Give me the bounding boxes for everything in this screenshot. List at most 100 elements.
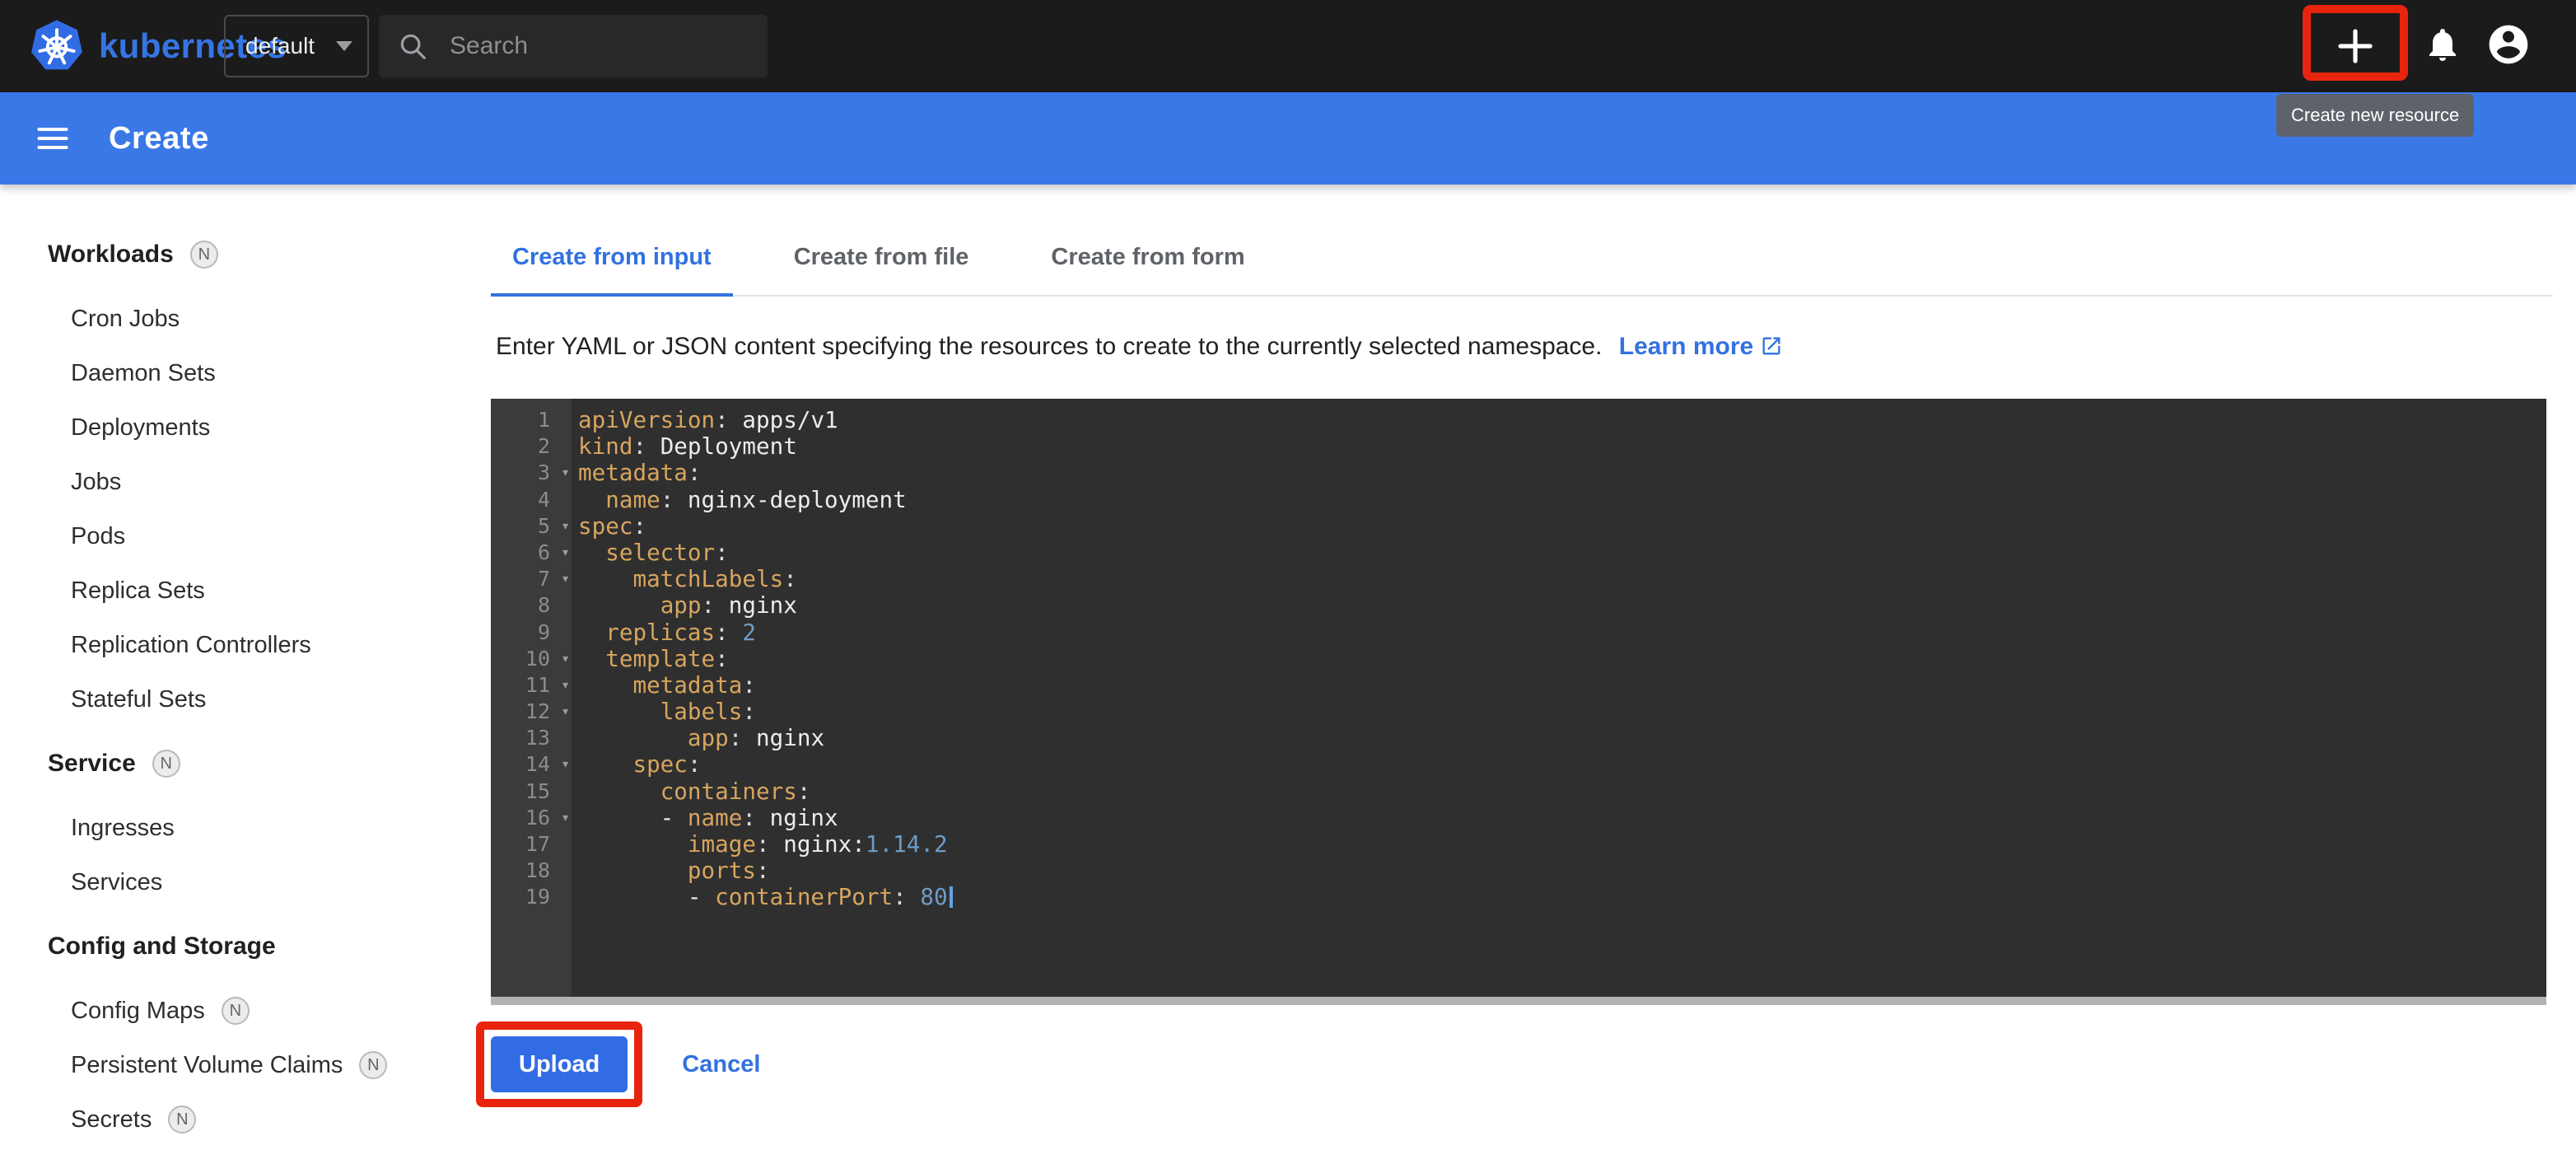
fold-arrow-icon[interactable]: ▾: [561, 460, 570, 486]
line-number: 4: [491, 487, 572, 513]
editor-line[interactable]: 7▾ matchLabels:: [491, 566, 2546, 592]
editor-line[interactable]: 4 name: nginx-deployment: [491, 487, 2546, 513]
chevron-down-icon: [336, 41, 352, 51]
item-label: Replica Sets: [71, 577, 205, 605]
sidebar-item-config-maps[interactable]: Config Maps N: [48, 984, 458, 1038]
line-number: 16▾: [491, 805, 572, 831]
sidebar-section-config-and-storage[interactable]: Config and Storage: [48, 919, 458, 974]
line-number: 2: [491, 433, 572, 460]
sidebar-item-replication-controllers[interactable]: Replication Controllers: [48, 618, 458, 672]
line-number: 5▾: [491, 513, 572, 540]
search-bar[interactable]: [379, 15, 768, 77]
editor-line[interactable]: 15 containers:: [491, 778, 2546, 805]
item-label: Config Maps: [71, 998, 205, 1025]
yaml-editor[interactable]: 1apiVersion: apps/v12kind: Deployment3▾m…: [491, 399, 2546, 1005]
fold-arrow-icon[interactable]: ▾: [561, 699, 570, 725]
main-content: Create from input Create from file Creat…: [458, 185, 2576, 1150]
fold-arrow-icon[interactable]: ▾: [561, 566, 570, 592]
namespaced-badge: N: [168, 1106, 196, 1134]
editor-line[interactable]: 1apiVersion: apps/v1: [491, 407, 2546, 433]
app-bar: Create: [0, 92, 2576, 185]
editor-line[interactable]: 14▾ spec:: [491, 751, 2546, 778]
item-label: Cron Jobs: [71, 306, 180, 333]
editor-line[interactable]: 5▾spec:: [491, 513, 2546, 540]
fold-arrow-icon[interactable]: ▾: [561, 751, 570, 778]
tab-create-from-form[interactable]: Create from form: [1029, 219, 1266, 295]
line-number: 18: [491, 858, 572, 884]
section-label: Service: [48, 750, 136, 778]
line-number: 9: [491, 619, 572, 646]
menu-icon[interactable]: [35, 120, 71, 157]
fold-arrow-icon[interactable]: ▾: [561, 513, 570, 540]
text-cursor: [950, 886, 953, 908]
fold-arrow-icon[interactable]: ▾: [561, 540, 570, 566]
sidebar-item-ingresses[interactable]: Ingresses: [48, 801, 458, 855]
external-link-icon: [1760, 334, 1783, 358]
upload-button[interactable]: Upload: [491, 1036, 628, 1092]
item-label: Daemon Sets: [71, 360, 216, 387]
annotation-box-upload-button: Upload: [476, 1021, 642, 1107]
editor-line[interactable]: 6▾ selector:: [491, 540, 2546, 566]
sidebar-item-deployments[interactable]: Deployments: [48, 400, 458, 455]
editor-line[interactable]: 3▾metadata:: [491, 460, 2546, 486]
fold-arrow-icon[interactable]: ▾: [561, 646, 570, 672]
line-number: 17: [491, 831, 572, 858]
editor-line[interactable]: 12▾ labels:: [491, 699, 2546, 725]
tab-create-from-input[interactable]: Create from input: [491, 219, 733, 295]
editor-line[interactable]: 9 replicas: 2: [491, 619, 2546, 646]
sidebar-item-jobs[interactable]: Jobs: [48, 455, 458, 509]
editor-line[interactable]: 10▾ template:: [491, 646, 2546, 672]
fold-arrow-icon[interactable]: ▾: [561, 672, 570, 699]
line-number: 15: [491, 778, 572, 805]
item-label: Pods: [71, 523, 125, 550]
page-title: Create: [109, 121, 209, 157]
line-number: 6▾: [491, 540, 572, 566]
fold-arrow-icon[interactable]: ▾: [561, 805, 570, 831]
yaml-editor-lines: 1apiVersion: apps/v12kind: Deployment3▾m…: [491, 399, 2546, 911]
sidebar: Workloads N Cron Jobs Daemon Sets Deploy…: [0, 185, 458, 1150]
item-label: Ingresses: [71, 815, 175, 842]
namespace-value: default: [245, 33, 315, 59]
action-bar: Upload Cancel: [491, 1021, 2553, 1107]
editor-line[interactable]: 16▾ - name: nginx: [491, 805, 2546, 831]
editor-line[interactable]: 13 app: nginx: [491, 725, 2546, 751]
notifications-bell-icon[interactable]: [2423, 25, 2462, 64]
sidebar-item-cron-jobs[interactable]: Cron Jobs: [48, 292, 458, 346]
create-new-resource-button[interactable]: [2319, 16, 2392, 76]
sidebar-section-service[interactable]: Service N: [48, 736, 458, 791]
line-number: 12▾: [491, 699, 572, 725]
editor-line[interactable]: 2kind: Deployment: [491, 433, 2546, 460]
editor-line[interactable]: 18 ports:: [491, 858, 2546, 884]
sidebar-item-pods[interactable]: Pods: [48, 509, 458, 563]
tab-create-from-file[interactable]: Create from file: [772, 219, 991, 295]
tooltip: Create new resource: [2276, 94, 2474, 137]
editor-line[interactable]: 17 image: nginx:1.14.2: [491, 831, 2546, 858]
item-label: Secrets: [71, 1106, 152, 1134]
tab-bar: Create from input Create from file Creat…: [491, 219, 2553, 297]
editor-line[interactable]: 11▾ metadata:: [491, 672, 2546, 699]
sidebar-item-stateful-sets[interactable]: Stateful Sets: [48, 672, 458, 727]
line-number: 11▾: [491, 672, 572, 699]
sidebar-section-workloads[interactable]: Workloads N: [48, 227, 458, 282]
section-label: Workloads: [48, 241, 174, 269]
item-label: Persistent Volume Claims: [71, 1052, 343, 1079]
search-input[interactable]: [446, 30, 749, 62]
editor-line[interactable]: 8 app: nginx: [491, 592, 2546, 619]
sidebar-item-replica-sets[interactable]: Replica Sets: [48, 563, 458, 618]
namespaced-badge: N: [222, 997, 250, 1025]
learn-more-link[interactable]: Learn more: [1619, 333, 1783, 360]
account-icon[interactable]: [2485, 21, 2532, 68]
section-label: Config and Storage: [48, 933, 276, 961]
cancel-button[interactable]: Cancel: [682, 1051, 760, 1078]
editor-horizontal-scrollbar[interactable]: [491, 997, 2546, 1005]
namespaced-badge: N: [152, 750, 180, 778]
line-number: 3▾: [491, 460, 572, 486]
sidebar-item-persistent-volume-claims[interactable]: Persistent Volume Claims N: [48, 1038, 458, 1092]
sidebar-item-daemon-sets[interactable]: Daemon Sets: [48, 346, 458, 400]
item-label: Replication Controllers: [71, 632, 311, 659]
sidebar-item-secrets[interactable]: Secrets N: [48, 1092, 458, 1147]
namespace-selector[interactable]: default: [224, 15, 369, 77]
sidebar-item-services[interactable]: Services: [48, 855, 458, 909]
item-label: Services: [71, 869, 162, 896]
editor-line[interactable]: 19 - containerPort: 80: [491, 884, 2546, 910]
